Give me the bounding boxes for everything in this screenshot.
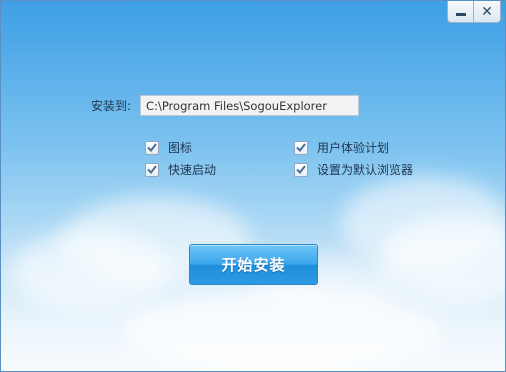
option-label: 设置为默认浏览器 [317, 163, 414, 177]
check-icon [147, 165, 157, 174]
option-label: 用户体验计划 [317, 141, 390, 155]
check-icon [296, 165, 306, 174]
install-path-label: 安装到: [91, 99, 132, 113]
check-icon [147, 143, 157, 152]
window-controls: ✕ [447, 1, 501, 23]
checkbox-quick-launch[interactable] [145, 162, 159, 177]
installer-window: ✕ 安装到: 图标 快速启动 用户体验计划 设置为默认浏览器 开始安装 [0, 0, 506, 372]
install-path-input[interactable] [140, 95, 360, 116]
minimize-button[interactable] [447, 1, 474, 23]
checkbox-desktop-icon[interactable] [145, 140, 159, 155]
cloud-decoration [11, 231, 171, 311]
install-path-row: 安装到: [91, 95, 360, 116]
option-label: 图标 [168, 141, 193, 155]
option-desktop-icon[interactable]: 图标 [145, 139, 192, 156]
close-button[interactable]: ✕ [474, 1, 501, 23]
check-icon [296, 143, 306, 152]
checkbox-default-browser[interactable] [294, 162, 308, 177]
start-install-button[interactable]: 开始安装 [189, 244, 318, 285]
option-user-experience[interactable]: 用户体验计划 [294, 139, 389, 156]
minimize-icon [455, 13, 466, 16]
option-label: 快速启动 [168, 163, 217, 177]
checkbox-user-experience[interactable] [294, 140, 308, 155]
close-icon: ✕ [481, 3, 493, 20]
option-quick-launch[interactable]: 快速启动 [145, 161, 216, 178]
option-default-browser[interactable]: 设置为默认浏览器 [294, 161, 413, 178]
